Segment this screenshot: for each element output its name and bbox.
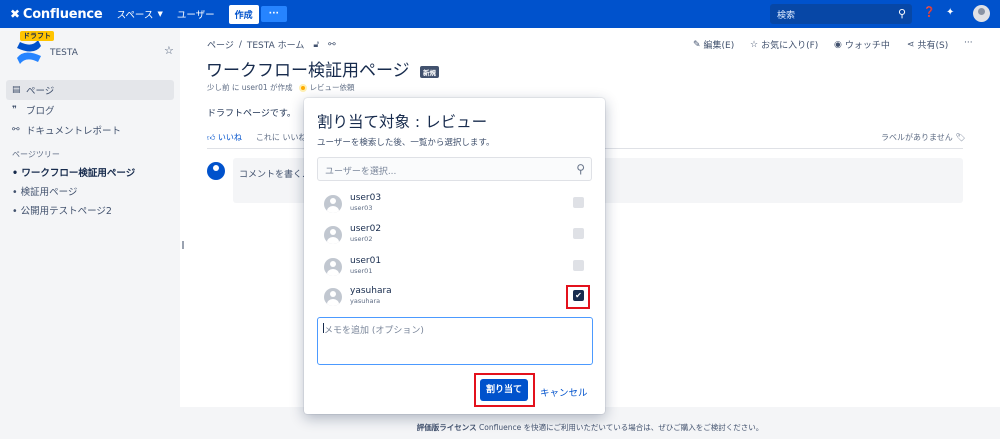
notifications-icon[interactable]: ✦	[946, 7, 954, 18]
edit-button[interactable]: ✎ 編集(E)	[693, 38, 734, 52]
link-tree-icon[interactable]: ⚯	[328, 40, 336, 50]
dialog-title: 割り当て対象 : レビュー	[317, 113, 488, 131]
star-outline-icon: ☆	[750, 39, 759, 50]
tag-icon: 🏷︎	[955, 133, 966, 142]
breadcrumb-home[interactable]: TESTA ホーム	[247, 38, 304, 51]
review-status-icon	[298, 83, 307, 92]
lock-icon[interactable]: 🔓︎	[313, 40, 319, 50]
sidebar: ドラフト TESTA ☆ ▤ ページ ❞ ブログ ⚯ ドキュメントレポート ペー…	[0, 28, 180, 439]
highlight-box	[474, 373, 535, 407]
confluence-logo-icon: ✖	[10, 7, 20, 21]
user-avatar-icon	[324, 195, 342, 213]
create-button[interactable]: 作成	[228, 4, 259, 24]
breadcrumb: ページ / TESTA ホーム 🔓︎ ⚯	[207, 38, 336, 52]
page-body: ドラフトページです。	[207, 109, 296, 119]
eye-icon: ◉	[834, 39, 842, 50]
comment-avatar	[207, 162, 225, 180]
labels-none[interactable]: ラベルがありません 🏷︎	[881, 132, 965, 143]
cancel-button[interactable]: キャンセル	[540, 385, 588, 399]
like-button[interactable]: 👍︎ いいね	[207, 132, 242, 143]
spaces-menu[interactable]: スペース ▼	[117, 7, 163, 21]
watch-button[interactable]: ◉ ウォッチ中	[834, 38, 890, 52]
assign-review-dialog: 割り当て対象 : レビュー ユーザーを検索した後、一覧から選択します。 ユーザー…	[304, 98, 605, 414]
tree-item[interactable]: • ワークフロー検証用ページ	[12, 165, 135, 179]
memo-textarea[interactable]: メモを追加 (オプション)	[317, 317, 593, 365]
draft-badge: ドラフト	[20, 31, 54, 41]
confluence-logo[interactable]: ✖ Confluence	[10, 7, 103, 22]
user-avatar-icon	[324, 258, 342, 276]
space-name[interactable]: TESTA	[50, 48, 78, 58]
user-search-input[interactable]: ユーザーを選択... ⚲	[317, 157, 592, 181]
user-avatar-icon	[324, 288, 342, 306]
page-tree-heading: ページツリー	[12, 150, 60, 159]
byline: 少し前 に user01 が作成 レビュー依頼	[207, 82, 355, 93]
user-row[interactable]: yasuhara yasuhara ✔	[324, 286, 586, 312]
sidebar-item-pages[interactable]: ▤ ページ	[6, 80, 174, 100]
share-icon: ⋖	[907, 39, 915, 50]
quote-icon: ❞	[12, 105, 17, 115]
page-title: ワークフロー検証用ページ	[206, 61, 410, 81]
sidebar-item-blog[interactable]: ❞ ブログ	[6, 100, 174, 120]
share-button[interactable]: ⋖ 共有(S)	[907, 38, 948, 52]
pencil-icon: ✎	[693, 39, 701, 50]
new-badge: 新規	[420, 66, 439, 78]
user-row[interactable]: user03 user03	[324, 193, 586, 219]
highlight-box	[566, 285, 590, 309]
like-row: 👍︎ いいね これに いいね	[207, 132, 306, 143]
tree-item[interactable]: • 検証用ページ	[12, 184, 77, 198]
search-input[interactable]: 検索 ⚲	[770, 4, 912, 24]
thumbs-up-icon: 👍︎	[207, 133, 216, 142]
like-note: これに いいね	[255, 133, 307, 142]
search-icon: ⚲	[897, 7, 906, 20]
dialog-subtitle: ユーザーを検索した後、一覧から選択します。	[317, 138, 495, 148]
user-checkbox[interactable]	[573, 197, 584, 208]
tree-icon: ⚯	[12, 125, 20, 135]
user-checkbox[interactable]	[573, 260, 584, 271]
favorite-button[interactable]: ☆ お気に入り(F)	[750, 38, 818, 52]
star-icon[interactable]: ☆	[164, 44, 174, 57]
chevron-down-icon: ▼	[157, 10, 163, 18]
more-actions-button[interactable]: ···	[964, 38, 973, 48]
people-link[interactable]: ユーザー	[177, 7, 215, 21]
user-avatar-icon	[324, 226, 342, 244]
page-icon: ▤	[12, 85, 21, 95]
create-more-button[interactable]: ···	[260, 6, 287, 22]
review-status[interactable]: レビュー依頼	[310, 82, 355, 93]
user-avatar[interactable]	[973, 5, 990, 22]
search-icon: ⚲	[576, 162, 585, 176]
space-logo-icon	[17, 40, 41, 64]
help-icon[interactable]: ❓	[923, 7, 935, 18]
sidebar-item-doc-report[interactable]: ⚯ ドキュメントレポート	[6, 120, 174, 140]
breadcrumb-pages[interactable]: ページ	[207, 38, 234, 51]
tree-item[interactable]: • 公開用テストページ2	[12, 203, 112, 217]
user-checkbox[interactable]	[573, 228, 584, 239]
user-row[interactable]: user01 user01	[324, 256, 586, 282]
sidebar-resize-handle[interactable]: ‖	[181, 240, 185, 249]
user-row[interactable]: user02 user02	[324, 224, 586, 250]
